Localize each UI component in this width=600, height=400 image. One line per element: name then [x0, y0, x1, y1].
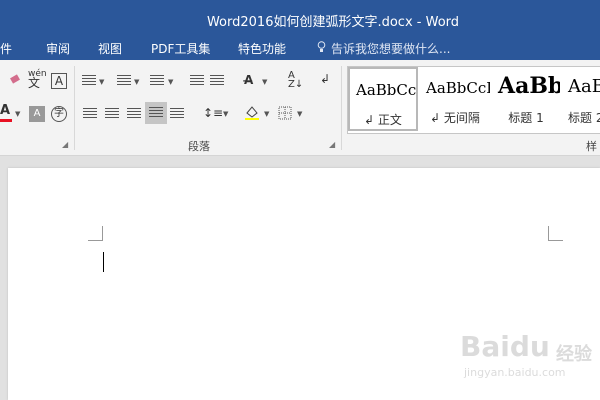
tab-features[interactable]: 特色功能 — [238, 40, 286, 57]
phonetic-guide-icon[interactable]: wén 文 — [28, 70, 47, 90]
style-preview: AaBbCcDd — [426, 79, 490, 97]
watermark-label: 经验 — [556, 344, 592, 365]
margin-mark-left — [88, 226, 103, 241]
phonetic-char: 文 — [28, 76, 41, 90]
borders-icon[interactable] — [278, 106, 292, 123]
character-border-icon[interactable]: A — [51, 73, 67, 89]
lightbulb-icon — [317, 41, 327, 56]
font-dialog-launcher-icon[interactable]: ◢ — [62, 140, 68, 149]
enclose-characters-icon[interactable]: 字 — [51, 106, 67, 122]
tab-view[interactable]: 视图 — [98, 40, 122, 57]
style-name: ↲ 正文 — [364, 113, 402, 127]
style-preview: AaBbCcDd — [356, 81, 417, 99]
tell-me-text: 告诉我您想要做什么... — [331, 42, 451, 56]
group-separator — [74, 66, 75, 150]
style-name: ↲ 无间隔 — [430, 111, 480, 125]
paragraph-dialog-launcher-icon[interactable]: ◢ — [329, 140, 335, 149]
style-no-spacing[interactable]: AaBbCcDd ↲ 无间隔 — [420, 67, 490, 131]
sort-icon[interactable]: A Z↓ — [288, 71, 303, 90]
style-normal[interactable]: AaBbCcDd ↲ 正文 — [348, 67, 418, 131]
font-color-glyph: A — [0, 103, 11, 118]
font-color-swatch — [0, 119, 12, 122]
chevron-down-icon[interactable]: ▼ — [262, 78, 267, 86]
ribbon: wén 文 A A ▼ A 字 ▼ ▼ ▼ A̶ ▼ A Z↓ ↲ ↕≡ ▼ ▼ … — [0, 60, 600, 169]
line-spacing-icon[interactable]: ↕≡ — [203, 106, 223, 120]
style-heading-2[interactable]: AaBbC 标题 2 — [562, 67, 600, 131]
group-separator — [341, 66, 342, 150]
justify-button[interactable] — [145, 102, 167, 124]
watermark-url: jingyan.baidu.com — [464, 366, 566, 379]
chevron-down-icon[interactable]: ▼ — [168, 78, 173, 86]
show-formatting-marks-icon[interactable]: ↲ — [320, 72, 330, 86]
baidu-jingyan-watermark: Baidu 经验 jingyan.baidu.com — [458, 330, 598, 386]
tab-mailings[interactable]: 邮件 — [0, 40, 12, 57]
style-preview: AaBb — [498, 73, 560, 99]
chevron-down-icon[interactable]: ▼ — [99, 78, 104, 86]
style-preview: AaBbC — [568, 76, 600, 97]
chevron-down-icon[interactable]: ▼ — [264, 110, 269, 118]
ribbon-tab-bar: 邮件 审阅 视图 PDF工具集 特色功能 告诉我您想要做什么... — [0, 38, 600, 60]
chevron-down-icon[interactable]: ▼ — [134, 78, 139, 86]
window-title: Word2016如何创建弧形文字.docx - Word — [206, 15, 460, 30]
paragraph-group-label: 段落 — [188, 140, 210, 153]
font-color-icon[interactable]: A — [0, 104, 10, 118]
chevron-down-icon[interactable]: ▼ — [15, 110, 20, 118]
style-heading-1[interactable]: AaBb 标题 1 — [492, 67, 560, 131]
tab-pdf-tools[interactable]: PDF工具集 — [151, 40, 210, 57]
multilevel-list-icon[interactable] — [150, 75, 164, 87]
shading-icon[interactable] — [244, 104, 260, 123]
tell-me-box[interactable]: 告诉我您想要做什么... — [317, 40, 450, 57]
justify-icon — [149, 107, 163, 119]
numbering-icon[interactable] — [117, 75, 131, 87]
text-cursor — [103, 252, 104, 272]
align-right-icon[interactable] — [127, 108, 141, 120]
clear-format-icon[interactable] — [8, 74, 22, 89]
chinese-layout-icon[interactable]: A̶ — [244, 73, 253, 87]
styles-gallery: AaBbCcDd ↲ 正文 AaBbCcDd ↲ 无间隔 AaBb 标题 1 A… — [347, 66, 600, 134]
increase-indent-icon[interactable] — [210, 75, 224, 87]
margin-mark-right — [548, 226, 563, 241]
chevron-down-icon[interactable]: ▼ — [297, 110, 302, 118]
decrease-indent-icon[interactable] — [190, 75, 204, 87]
style-name-text: 正文 — [377, 113, 402, 127]
chevron-down-icon[interactable]: ▼ — [223, 110, 228, 118]
title-bar: Word2016如何创建弧形文字.docx - Word — [0, 0, 600, 38]
style-name-text: 无间隔 — [443, 111, 480, 125]
character-shading-icon[interactable]: A — [29, 106, 45, 122]
bullets-icon[interactable] — [82, 75, 96, 87]
baidu-logo: Baidu — [460, 330, 550, 363]
align-left-icon[interactable] — [83, 108, 97, 120]
tab-review[interactable]: 审阅 — [46, 40, 70, 57]
distributed-icon[interactable] — [170, 108, 184, 120]
align-center-icon[interactable] — [105, 108, 119, 120]
